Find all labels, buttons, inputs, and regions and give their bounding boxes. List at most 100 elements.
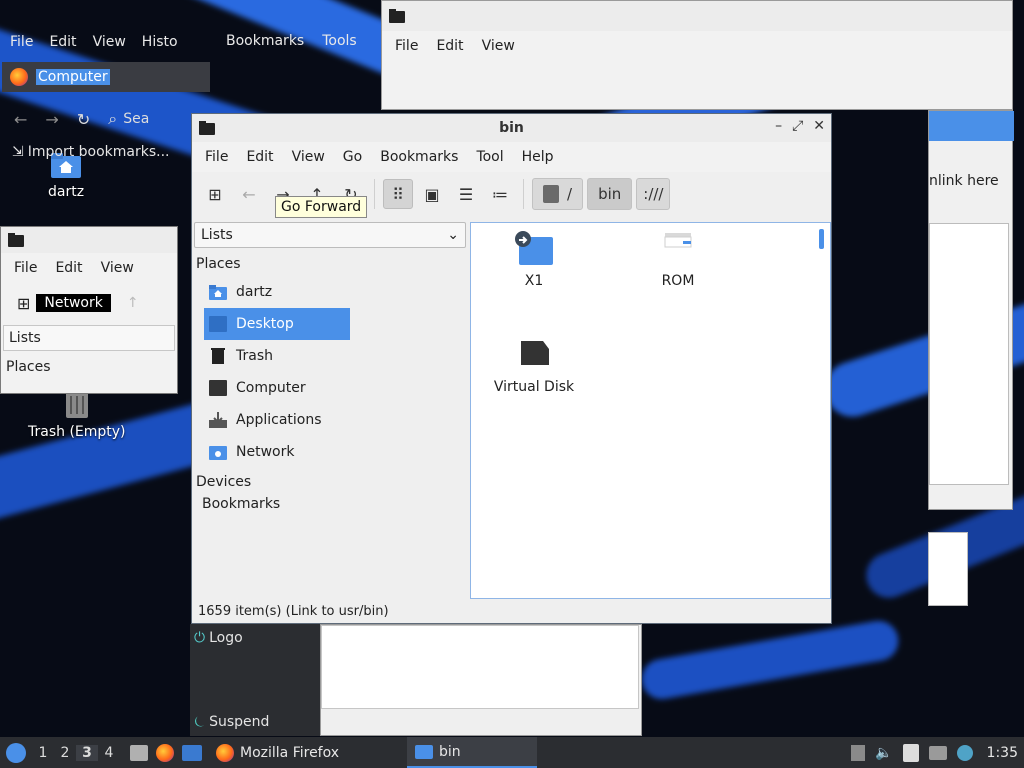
file-item[interactable]: ROM xyxy=(623,229,733,289)
reload-icon[interactable]: ↻ xyxy=(77,110,90,129)
right-window-body: nlink here xyxy=(928,110,1014,510)
bookmarks-header[interactable]: Bookmarks xyxy=(194,494,466,516)
devices-header[interactable]: Devices xyxy=(194,468,466,494)
volume-icon[interactable]: 🔈 xyxy=(875,745,892,761)
menu-item-logout[interactable]: ⏻ Logo xyxy=(194,630,243,646)
selection-bar xyxy=(929,111,1014,141)
back-icon[interactable]: ← xyxy=(14,110,27,129)
menu-history[interactable]: Histo xyxy=(134,34,186,50)
menu-file[interactable]: File xyxy=(196,149,237,165)
workspace-4[interactable]: 4 xyxy=(98,745,120,761)
home-folder-icon xyxy=(209,285,227,300)
close-icon[interactable]: ✕ xyxy=(813,118,825,134)
search-label[interactable]: Sea xyxy=(123,111,149,127)
tab-title: Computer xyxy=(36,69,110,85)
minimize-icon[interactable]: – xyxy=(775,118,782,134)
up-icon[interactable]: ↑ xyxy=(127,295,139,311)
start-menu-button[interactable] xyxy=(0,737,32,768)
vertical-scrollbar[interactable] xyxy=(819,229,824,249)
file-item[interactable]: X1 xyxy=(479,229,589,289)
location-row: ⊞ Network ↑ xyxy=(1,283,177,323)
window-controls: – ⤢ ✕ xyxy=(775,118,825,134)
desktop-icon-trash[interactable]: Trash (Empty) xyxy=(28,390,126,440)
back-button[interactable]: ← xyxy=(234,179,264,209)
side-pane-mode-combo[interactable]: Lists ⌄ xyxy=(194,222,466,248)
sidebar-item-desktop[interactable]: Desktop xyxy=(204,308,350,340)
compact-view-button[interactable]: ☰ xyxy=(451,179,481,209)
thumbnail-view-button[interactable]: ▣ xyxy=(417,179,447,209)
file-view-pane[interactable]: X1 ROM Virtual Disk xyxy=(470,222,831,599)
menu-file[interactable]: File xyxy=(386,38,427,54)
window-title: bin xyxy=(499,120,524,136)
link-text: nlink here xyxy=(929,173,999,189)
workspace-3[interactable]: 3 xyxy=(76,744,98,761)
menu-edit[interactable]: Edit xyxy=(427,38,472,54)
bg-white-panel xyxy=(928,532,968,606)
import-bookmarks-label: Import bookmarks... xyxy=(27,144,170,160)
file-item[interactable]: Virtual Disk xyxy=(479,335,589,395)
content-box xyxy=(929,223,1009,485)
cdrom-icon xyxy=(664,233,692,248)
menu-edit[interactable]: Edit xyxy=(237,149,282,165)
import-bookmarks[interactable]: ⇲ Import bookmarks... xyxy=(12,144,170,160)
sidebar-item-label: Applications xyxy=(236,412,322,428)
menu-view[interactable]: View xyxy=(85,34,134,50)
sidebar-item-home[interactable]: dartz xyxy=(194,276,466,308)
menu-edit[interactable]: Edit xyxy=(46,260,91,276)
desktop-icon-label: dartz xyxy=(48,184,85,200)
file-manager-launcher-icon[interactable] xyxy=(130,744,148,761)
path-extra-button[interactable]: :/// xyxy=(636,178,671,210)
network-tray-icon[interactable] xyxy=(928,745,947,760)
firefox-tab[interactable]: Computer xyxy=(2,62,210,92)
terminal-launcher-icon[interactable] xyxy=(182,744,202,761)
sidebar-item-trash[interactable]: Trash xyxy=(194,340,466,372)
menu-edit[interactable]: Edit xyxy=(41,34,84,50)
detail-view-button[interactable]: ≔ xyxy=(485,179,515,209)
clipboard-icon[interactable] xyxy=(902,743,919,762)
path-root-button[interactable]: / xyxy=(532,178,584,210)
firefox-launcher-icon[interactable] xyxy=(156,743,174,762)
sidebar-item-computer[interactable]: Computer xyxy=(194,372,466,404)
trash-icon xyxy=(65,392,88,418)
location-label[interactable]: Network xyxy=(36,294,111,312)
menu-tool[interactable]: Tool xyxy=(467,149,512,165)
sidebar-item-label: Network xyxy=(236,444,295,460)
path-root-label: / xyxy=(567,185,573,203)
clock[interactable]: 1:35 xyxy=(987,745,1018,761)
menu-help[interactable]: Help xyxy=(513,149,563,165)
sidebar-item-label: dartz xyxy=(236,284,273,300)
workspace-2[interactable]: 2 xyxy=(54,745,76,761)
titlebar[interactable]: bin – ⤢ ✕ xyxy=(192,114,831,142)
side-combo[interactable]: Lists xyxy=(3,325,175,351)
menu-view[interactable]: View xyxy=(473,38,524,54)
workspace-1[interactable]: 1 xyxy=(32,745,54,761)
update-icon[interactable] xyxy=(956,744,973,761)
eject-icon[interactable] xyxy=(851,744,866,761)
path-bin-label: bin xyxy=(598,185,622,203)
menu-bookmarks[interactable]: Bookmarks xyxy=(226,33,304,49)
menu-view[interactable]: View xyxy=(283,149,334,165)
task-bin[interactable]: bin xyxy=(407,737,538,768)
forward-icon[interactable]: → xyxy=(45,110,58,129)
combo-label: Lists xyxy=(9,330,41,346)
file-manager-bg-left: File Edit View ⊞ Network ↑ Lists Places xyxy=(0,226,178,394)
path-bin-button[interactable]: bin xyxy=(587,178,633,210)
maximize-icon[interactable]: ⤢ xyxy=(792,118,803,134)
firefox-icon xyxy=(216,743,234,762)
sidebar-item-network[interactable]: Network xyxy=(194,436,466,468)
menu-file[interactable]: File xyxy=(5,260,46,276)
new-tab-button[interactable]: ⊞ xyxy=(200,179,230,209)
menu-file[interactable]: File xyxy=(0,34,41,50)
sidebar-item-applications[interactable]: Applications xyxy=(194,404,466,436)
menu-view[interactable]: View xyxy=(92,260,143,276)
icon-view-button[interactable]: ⠿ xyxy=(383,179,413,209)
menu-bookmarks[interactable]: Bookmarks xyxy=(371,149,467,165)
menu-go[interactable]: Go xyxy=(334,149,371,165)
task-firefox[interactable]: Mozilla Firefox xyxy=(208,737,347,768)
new-tab-icon[interactable]: ⊞ xyxy=(17,294,30,313)
menu-tools[interactable]: Tools xyxy=(322,33,357,49)
folder-icon xyxy=(8,233,24,247)
grid-icon: ⠿ xyxy=(392,184,404,204)
firefox-window-bg: File Edit View Histo Computer ← → ↻ ⌕ Se… xyxy=(0,28,215,168)
menu-item-suspend[interactable]: ⏾ Suspend xyxy=(194,714,269,730)
